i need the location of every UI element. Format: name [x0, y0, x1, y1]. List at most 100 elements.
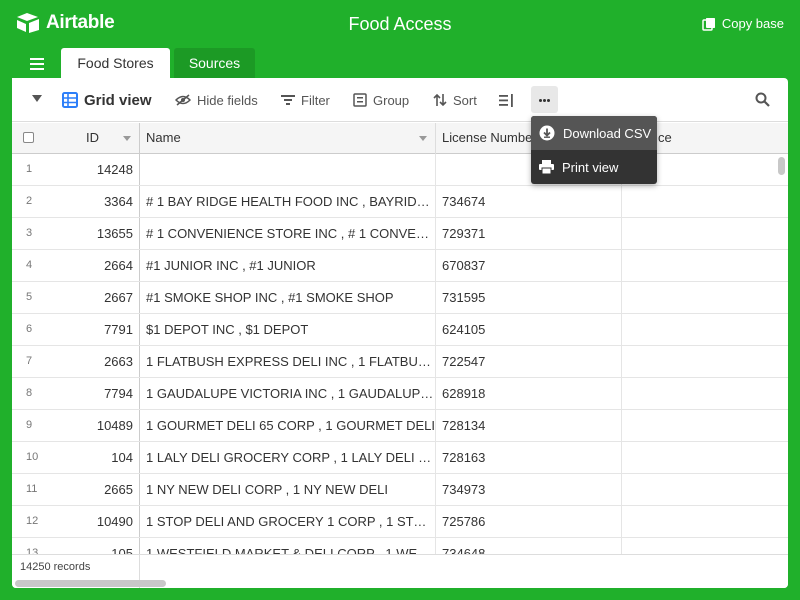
row-number: 6 — [26, 323, 33, 335]
license-cell[interactable]: 722547 — [436, 346, 622, 377]
search-button[interactable] — [755, 92, 770, 112]
more-dots-icon — [539, 99, 542, 102]
group-button[interactable]: Group — [353, 90, 409, 110]
source-cell[interactable] — [622, 506, 788, 537]
name-cell[interactable]: #1 JUNIOR INC , #1 JUNIOR — [140, 250, 436, 281]
table-row[interactable]: 13 105 1 WESTFIELD MARKET & DELI CORP , 1 … — [12, 538, 788, 555]
row-number: 8 — [26, 387, 33, 399]
filter-label: Filter — [301, 92, 330, 108]
menu-icon[interactable] — [30, 58, 44, 70]
row-id-cell[interactable]: 7 2663 — [12, 346, 140, 377]
source-cell[interactable] — [622, 442, 788, 473]
name-cell[interactable]: 1 NY NEW DELI CORP , 1 NY NEW DELI — [140, 474, 436, 505]
record-count: 14250 records — [20, 561, 91, 573]
row-id-cell[interactable]: 2 3364 — [12, 186, 140, 217]
grid-view-icon — [62, 92, 78, 108]
source-cell[interactable] — [622, 218, 788, 249]
source-cell[interactable] — [622, 282, 788, 313]
license-cell[interactable]: 728134 — [436, 410, 622, 441]
name-cell[interactable]: 1 GOURMET DELI 65 CORP , 1 GOURMET DELI — [140, 410, 436, 441]
grid-view-button[interactable]: Grid view — [62, 90, 152, 110]
row-number: 13 — [26, 547, 39, 555]
table-row[interactable]: 3 13655 # 1 CONVENIENCE STORE INC , # 1 CO… — [12, 218, 788, 250]
name-cell[interactable]: $1 DEPOT INC , $1 DEPOT — [140, 314, 436, 345]
print-view-item[interactable]: Print view — [531, 150, 657, 184]
filter-button[interactable]: Filter — [281, 90, 330, 110]
license-cell[interactable]: 725786 — [436, 506, 622, 537]
source-cell[interactable] — [622, 474, 788, 505]
horizontal-scrollbar[interactable] — [15, 580, 166, 587]
license-cell[interactable]: 624105 — [436, 314, 622, 345]
row-id-cell[interactable]: 10 104 — [12, 442, 140, 473]
download-csv-item[interactable]: Download CSV — [531, 116, 657, 150]
row-number: 3 — [26, 227, 33, 239]
id-column-menu-icon[interactable] — [123, 136, 131, 141]
row-id-cell[interactable]: 13 105 — [12, 538, 140, 555]
table-row[interactable]: 5 2667 #1 SMOKE SHOP INC , #1 SMOKE SHOP 73… — [12, 282, 788, 314]
name-cell[interactable]: # 1 CONVENIENCE STORE INC , # 1 CONVENIE… — [140, 218, 436, 249]
sort-button[interactable]: Sort — [433, 90, 477, 110]
table-row[interactable]: 1 14248 — [12, 154, 788, 186]
name-cell[interactable]: 1 LALY DELI GROCERY CORP , 1 LALY DELI G… — [140, 442, 436, 473]
license-cell[interactable]: 734973 — [436, 474, 622, 505]
row-number: 4 — [26, 259, 33, 271]
header-name[interactable]: Name — [140, 123, 436, 154]
table-row[interactable]: 6 7791 $1 DEPOT INC , $1 DEPOT 624105 — [12, 314, 788, 346]
license-cell[interactable]: 729371 — [436, 218, 622, 249]
license-cell[interactable]: 731595 — [436, 282, 622, 313]
name-cell[interactable]: #1 SMOKE SHOP INC , #1 SMOKE SHOP — [140, 282, 436, 313]
name-cell[interactable]: 1 STOP DELI AND GROCERY 1 CORP , 1 STOP … — [140, 506, 436, 537]
source-cell[interactable] — [622, 410, 788, 441]
table-row[interactable]: 9 10489 1 GOURMET DELI 65 CORP , 1 GOURMET… — [12, 410, 788, 442]
header-id[interactable]: ID — [12, 123, 140, 154]
tab-sources[interactable]: Sources — [174, 48, 255, 78]
name-cell[interactable]: 1 GAUDALUPE VICTORIA INC , 1 GAUDALUPE V… — [140, 378, 436, 409]
view-toolbar: Grid view Hide fields Filter Group Sort — [12, 78, 788, 122]
name-cell[interactable]: 1 FLATBUSH EXPRESS DELI INC , 1 FLATBUSH… — [140, 346, 436, 377]
print-view-label: Print view — [562, 159, 619, 175]
table-row[interactable]: 10 104 1 LALY DELI GROCERY CORP , 1 LALY D… — [12, 442, 788, 474]
row-id-cell[interactable]: 11 2665 — [12, 474, 140, 505]
source-cell[interactable] — [622, 378, 788, 409]
table-row[interactable]: 8 7794 1 GAUDALUPE VICTORIA INC , 1 GAUDAL… — [12, 378, 788, 410]
table-row[interactable]: 12 10490 1 STOP DELI AND GROCERY 1 CORP , … — [12, 506, 788, 538]
license-cell[interactable]: 734648 — [436, 538, 622, 555]
more-options-button[interactable] — [531, 86, 558, 113]
source-cell[interactable] — [622, 346, 788, 377]
download-icon — [539, 125, 555, 141]
source-cell[interactable] — [622, 250, 788, 281]
source-cell[interactable] — [622, 538, 788, 555]
grid-footer: 14250 records — [12, 554, 788, 588]
row-id-cell[interactable]: 9 10489 — [12, 410, 140, 441]
table-row[interactable]: 2 3364 # 1 BAY RIDGE HEALTH FOOD INC , BAY… — [12, 186, 788, 218]
name-column-menu-icon[interactable] — [419, 136, 427, 141]
table-row[interactable]: 11 2665 1 NY NEW DELI CORP , 1 NY NEW DELI… — [12, 474, 788, 506]
license-cell[interactable]: 670837 — [436, 250, 622, 281]
license-cell[interactable]: 628918 — [436, 378, 622, 409]
source-cell[interactable] — [622, 186, 788, 217]
table-row[interactable]: 7 2663 1 FLATBUSH EXPRESS DELI INC , 1 FLA… — [12, 346, 788, 378]
row-id-cell[interactable]: 3 13655 — [12, 218, 140, 249]
name-cell[interactable]: 1 WESTFIELD MARKET & DELI CORP , 1 WESTF… — [140, 538, 436, 555]
id-value: 7791 — [104, 322, 133, 337]
view-switcher-caret-icon[interactable] — [32, 95, 42, 102]
select-all-checkbox[interactable] — [23, 132, 34, 143]
source-cell[interactable] — [622, 314, 788, 345]
license-cell[interactable]: 734674 — [436, 186, 622, 217]
row-id-cell[interactable]: 12 10490 — [12, 506, 140, 537]
row-id-cell[interactable]: 4 2664 — [12, 250, 140, 281]
row-id-cell[interactable]: 1 14248 — [12, 154, 140, 185]
name-cell[interactable]: # 1 BAY RIDGE HEALTH FOOD INC , BAYRIDGE… — [140, 186, 436, 217]
row-id-cell[interactable]: 8 7794 — [12, 378, 140, 409]
tab-food-stores[interactable]: Food Stores — [61, 48, 170, 78]
row-id-cell[interactable]: 5 2667 — [12, 282, 140, 313]
license-cell[interactable]: 728163 — [436, 442, 622, 473]
table-row[interactable]: 4 2664 #1 JUNIOR INC , #1 JUNIOR 670837 — [12, 250, 788, 282]
base-title[interactable]: Food Access — [0, 14, 800, 35]
name-cell[interactable] — [140, 154, 436, 185]
copy-base-button[interactable]: Copy base — [702, 16, 784, 31]
vertical-scrollbar[interactable] — [778, 157, 785, 175]
row-height-button[interactable] — [499, 90, 514, 110]
row-id-cell[interactable]: 6 7791 — [12, 314, 140, 345]
hide-fields-button[interactable]: Hide fields — [175, 90, 258, 110]
